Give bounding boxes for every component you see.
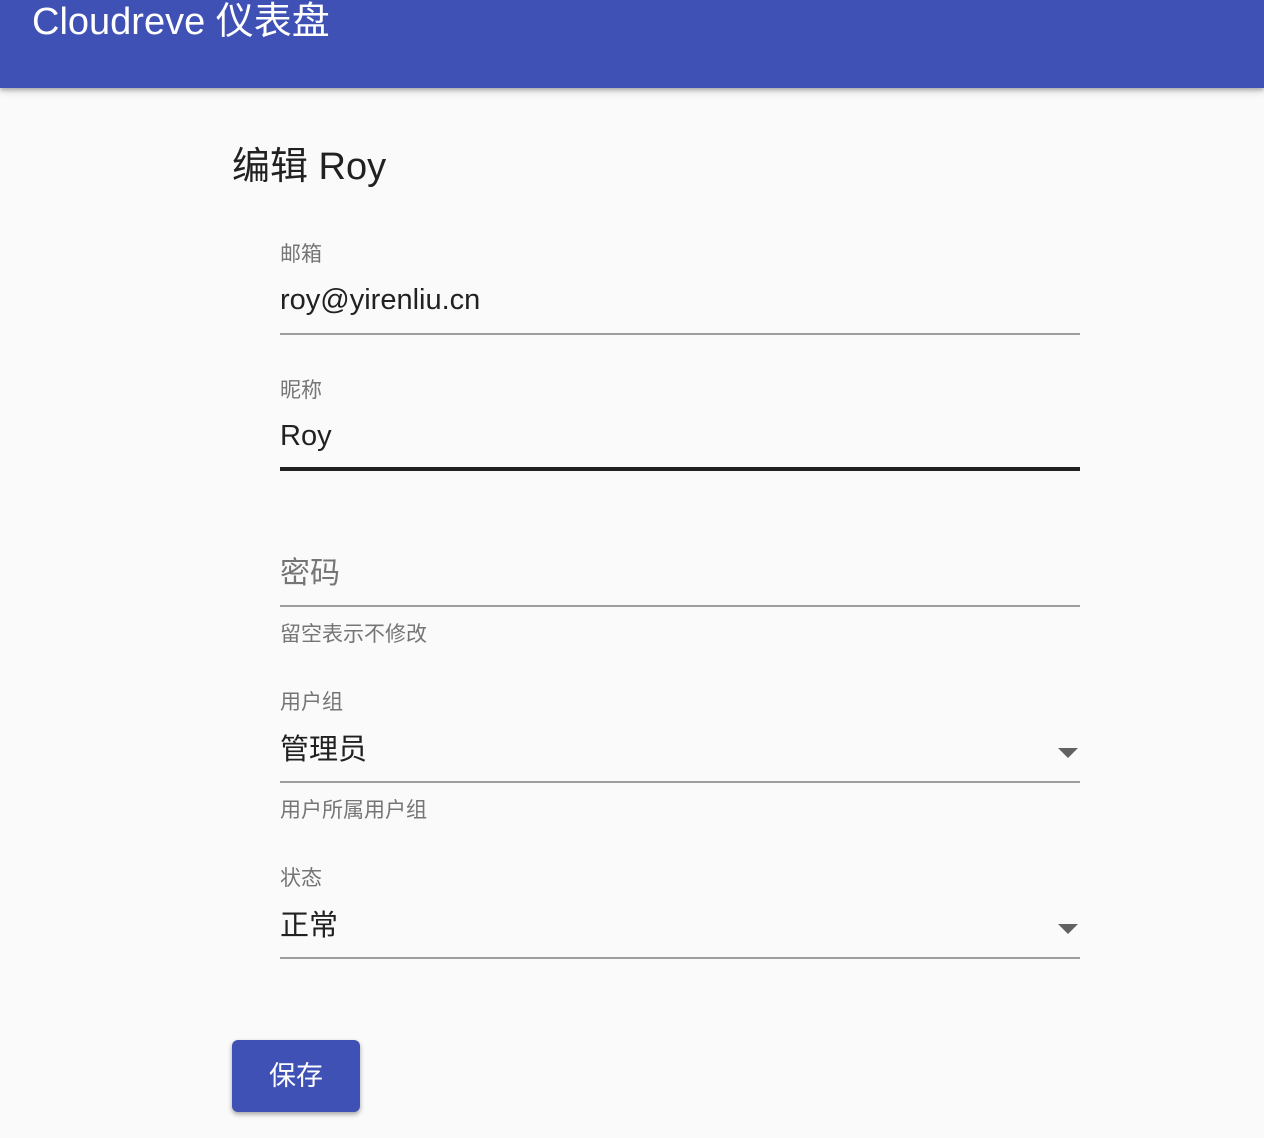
save-button[interactable]: 保存 bbox=[232, 1040, 360, 1112]
email-input[interactable]: roy@yirenliu.cn bbox=[280, 282, 480, 318]
app-bar: Cloudreve 仪表盘 bbox=[0, 0, 1264, 88]
arrow-drop-down-icon[interactable] bbox=[1058, 748, 1078, 758]
status-underline bbox=[280, 957, 1080, 959]
password-helper-text: 留空表示不修改 bbox=[280, 623, 427, 646]
user-group-value[interactable]: 管理员 bbox=[280, 732, 367, 768]
email-label: 邮箱 bbox=[280, 243, 322, 266]
user-group-label: 用户组 bbox=[280, 691, 343, 714]
page-title: 编辑 Roy bbox=[232, 146, 387, 188]
status-select[interactable]: 状态 正常 bbox=[280, 860, 1080, 960]
nickname-field[interactable]: 昵称 Roy bbox=[280, 372, 1080, 472]
status-value[interactable]: 正常 bbox=[280, 908, 338, 944]
user-group-helper-text: 用户所属用户组 bbox=[280, 799, 427, 822]
status-label: 状态 bbox=[280, 867, 322, 890]
password-field[interactable]: 密码 留空表示不修改 bbox=[280, 540, 1080, 656]
password-input[interactable] bbox=[280, 556, 1040, 592]
arrow-drop-down-icon[interactable] bbox=[1058, 924, 1078, 934]
email-underline bbox=[280, 333, 1080, 335]
nickname-label: 昵称 bbox=[280, 379, 322, 402]
nickname-input[interactable]: Roy bbox=[280, 418, 332, 454]
password-underline bbox=[280, 605, 1080, 607]
nickname-underline bbox=[280, 467, 1080, 471]
user-group-select[interactable]: 用户组 管理员 用户所属用户组 bbox=[280, 684, 1080, 830]
email-field[interactable]: 邮箱 roy@yirenliu.cn bbox=[280, 236, 1080, 336]
user-group-underline bbox=[280, 781, 1080, 783]
app-title: Cloudreve 仪表盘 bbox=[32, 1, 330, 43]
